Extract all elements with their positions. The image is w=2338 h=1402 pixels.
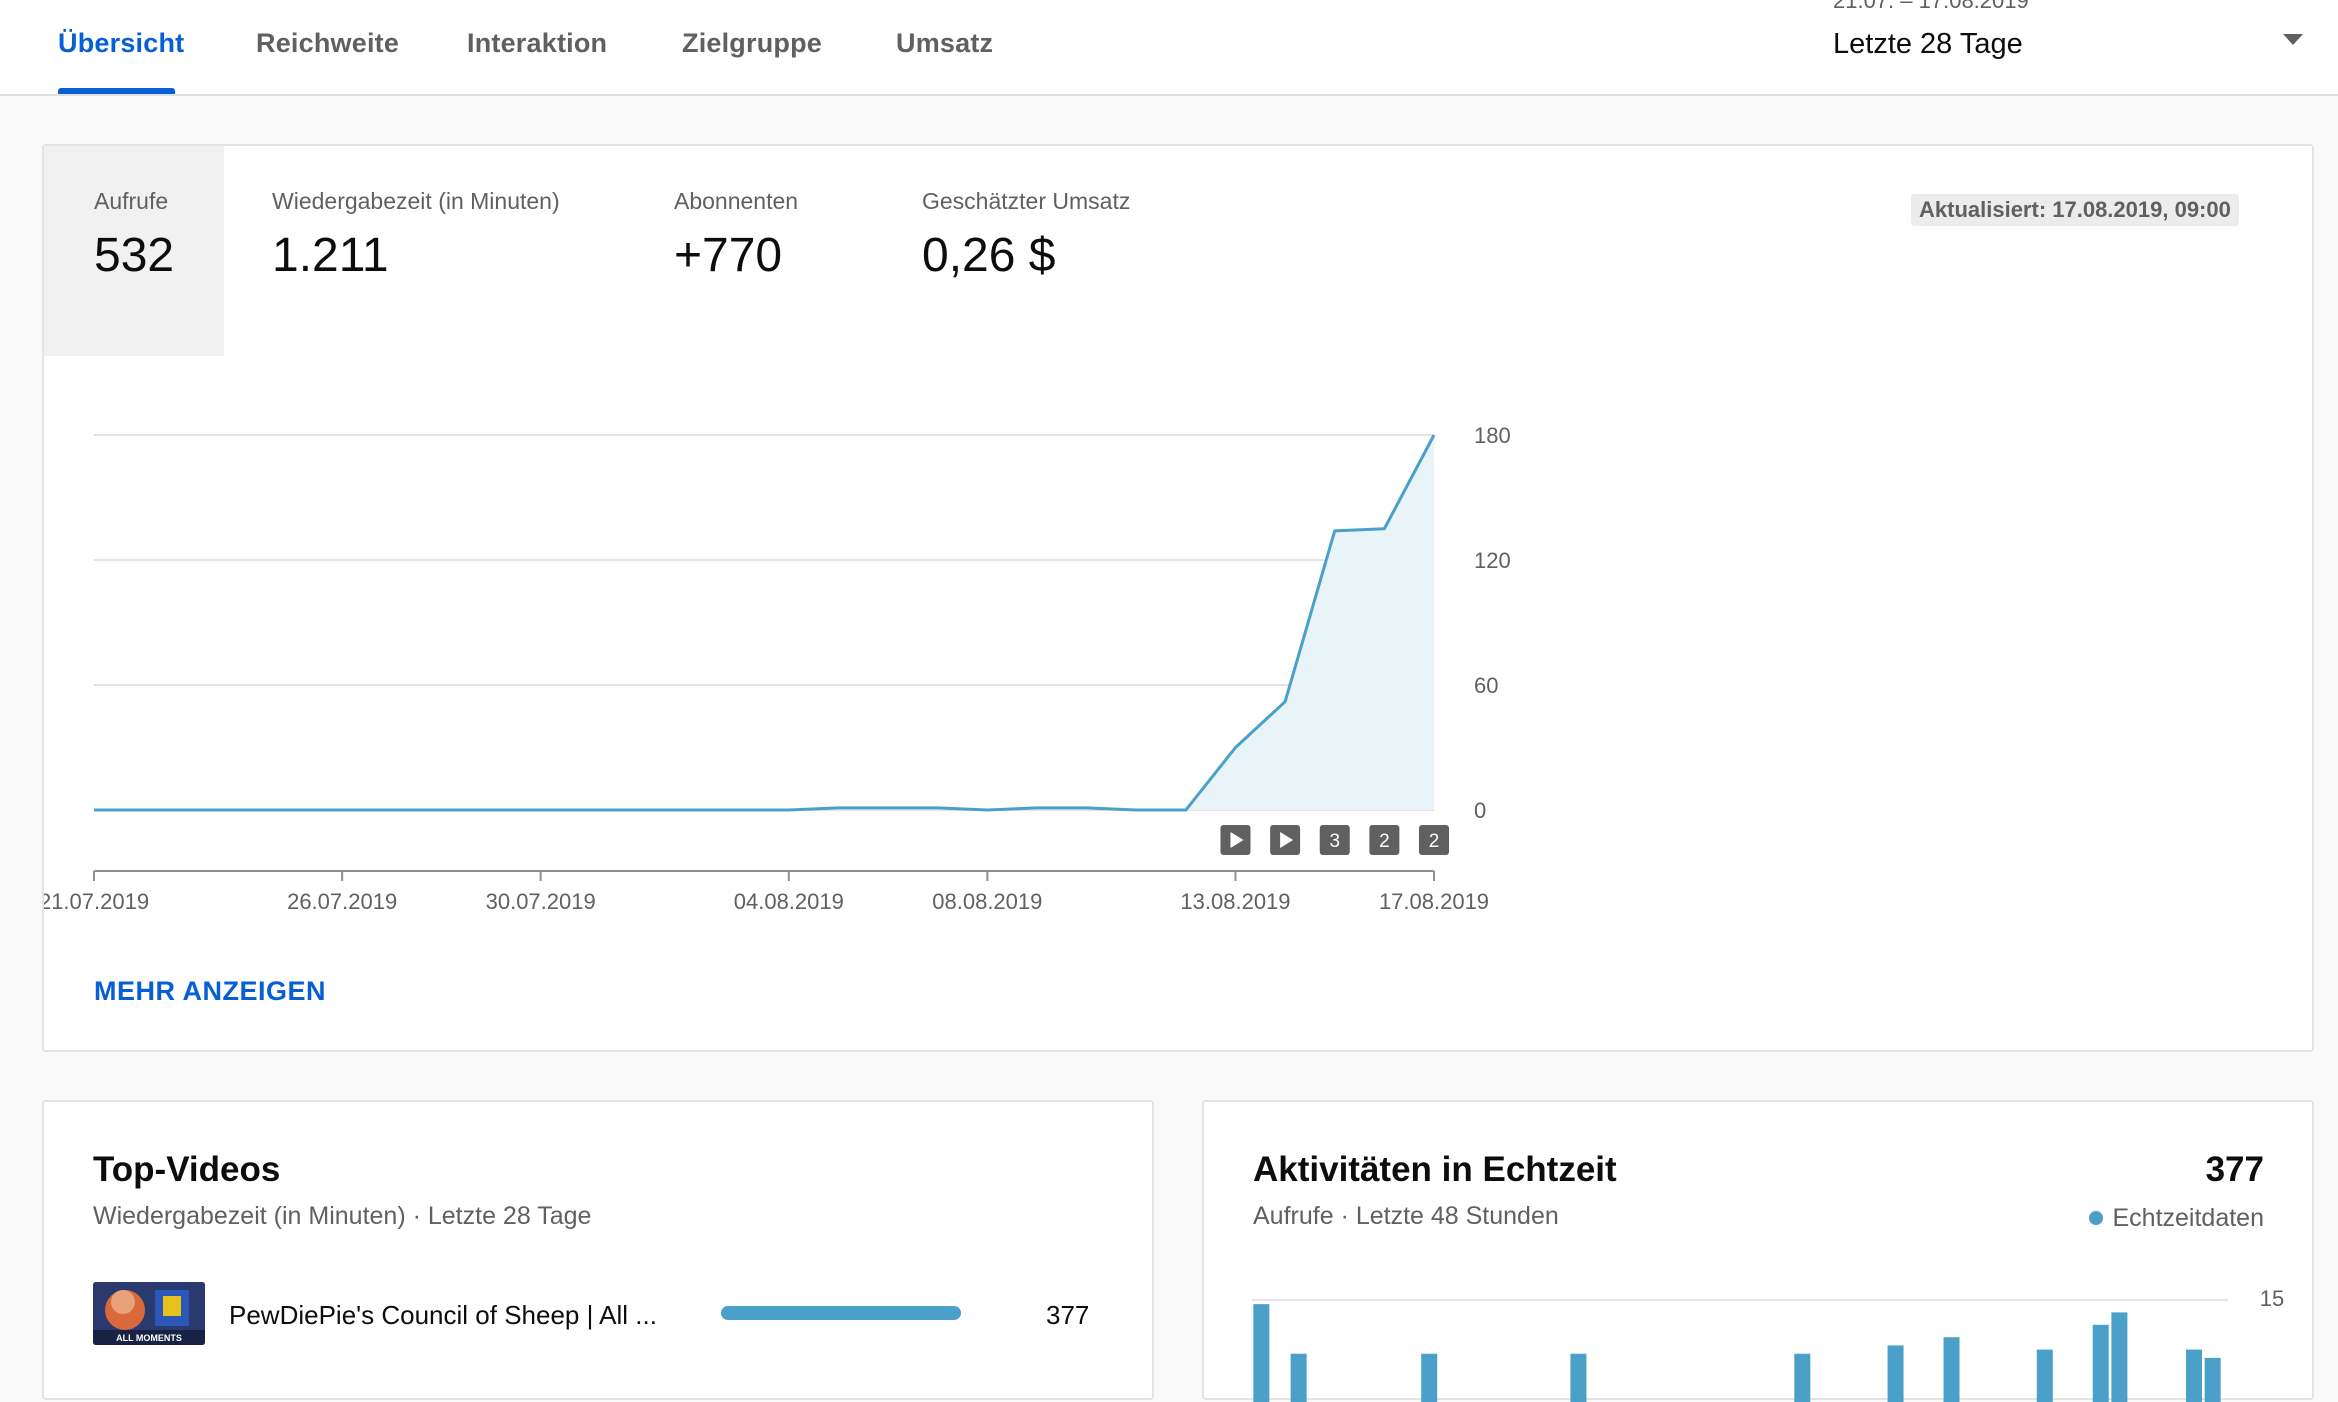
marker-count: 3 [1329, 831, 1340, 852]
views-chart: 0 60 120 180 21.07.2019 26.07.2019 30.07.2019 0… [44, 423, 1511, 914]
show-more-link[interactable]: MEHR ANZEIGEN [94, 976, 326, 1007]
marker-count: 2 [1379, 831, 1390, 852]
realtime-bar [1253, 1304, 1270, 1402]
top-videos-card: Top-Videos Wiedergabezeit (in Minuten) ·… [42, 1100, 1154, 1400]
thumbnail-caption: ALL MOMENTS [116, 1333, 182, 1343]
y-tick-label: 0 [1474, 798, 1486, 823]
y-tick-label: 180 [1474, 423, 1511, 448]
tab-audience[interactable]: Zielgruppe [682, 28, 822, 59]
y-tick-label: 60 [1474, 673, 1498, 698]
realtime-bar [1943, 1337, 1960, 1402]
x-tick-label: 17.08.2019 [1379, 889, 1489, 914]
overview-card: Aufrufe 532 Wiedergabezeit (in Minuten) … [42, 144, 2314, 1052]
realtime-bar [2186, 1349, 2203, 1402]
top-videos-subtitle: Wiedergabezeit (in Minuten) · Letzte 28 … [93, 1202, 592, 1230]
realtime-bar [1421, 1353, 1438, 1402]
active-tab-indicator [58, 88, 175, 94]
video-watch-time: 377 [1046, 1300, 1090, 1330]
realtime-bar [2111, 1312, 2128, 1402]
realtime-bar [1290, 1353, 1307, 1402]
realtime-bar [2092, 1324, 2109, 1402]
realtime-bar [2204, 1357, 2221, 1402]
y-tick-label: 120 [1474, 548, 1511, 573]
tab-overview[interactable]: Übersicht [58, 28, 184, 59]
realtime-bar [1794, 1353, 1811, 1402]
x-tick-label: 08.08.2019 [932, 889, 1042, 914]
top-videos-title: Top-Videos [93, 1150, 281, 1189]
x-tick-label: 26.07.2019 [287, 889, 397, 914]
tab-revenue[interactable]: Umsatz [896, 28, 993, 59]
tab-engagement[interactable]: Interaktion [467, 28, 607, 59]
realtime-chart: 15 [1252, 1286, 2284, 1402]
realtime-bar [1570, 1353, 1587, 1402]
date-range-text: 21.07. – 17.08.2019 [1833, 0, 2029, 13]
series-area [94, 435, 1434, 810]
top-video-row[interactable]: ALL MOMENTS PewDiePie's Council of Sheep… [93, 1282, 1093, 1346]
period-dropdown[interactable]: Letzte 28 Tage [1833, 28, 2303, 68]
realtime-card: Aktivitäten in Echtzeit Aufrufe · Letzte… [1202, 1100, 2314, 1402]
analytics-tab-bar: Übersicht Reichweite Interaktion Zielgru… [0, 0, 2338, 96]
realtime-bar [2036, 1349, 2053, 1402]
video-thumbnail-art: ALL MOMENTS [93, 1282, 205, 1345]
x-tick-label: 30.07.2019 [486, 889, 596, 914]
tab-reach[interactable]: Reichweite [256, 28, 399, 59]
realtime-bar [1887, 1345, 1904, 1402]
video-thumbnail: ALL MOMENTS [93, 1282, 205, 1345]
x-tick-label: 13.08.2019 [1180, 889, 1290, 914]
chevron-down-icon [2283, 34, 2303, 45]
marker-count: 2 [1429, 831, 1440, 852]
video-title: PewDiePie's Council of Sheep | All ... [229, 1300, 657, 1330]
x-tick-label: 04.08.2019 [734, 889, 844, 914]
video-share-bar [721, 1306, 961, 1320]
x-tick-label: 21.07.2019 [44, 889, 149, 914]
video-share-bar-fill [721, 1306, 961, 1320]
period-label: Letzte 28 Tage [1833, 28, 2023, 60]
y-tick-label: 15 [2260, 1286, 2284, 1311]
